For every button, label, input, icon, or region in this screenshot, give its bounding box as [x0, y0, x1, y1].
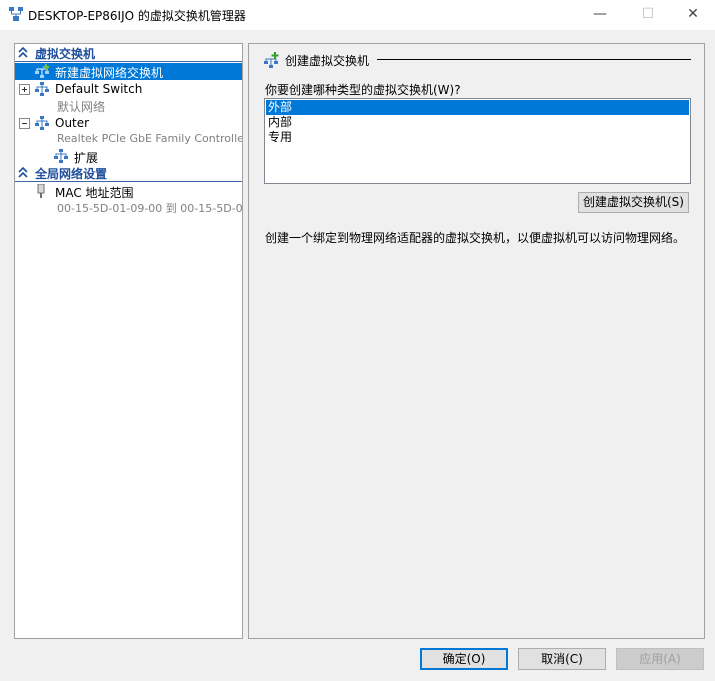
- collapse-icon[interactable]: [19, 118, 30, 129]
- minimize-button[interactable]: —: [577, 0, 623, 30]
- expand-icon[interactable]: [19, 84, 30, 95]
- tree-item-outer[interactable]: Outer: [15, 115, 242, 132]
- tree-item-label: Default Switch: [55, 82, 143, 96]
- title-bar: DESKTOP-EP86IJO 的虚拟交换机管理器 — ☐ ✕: [0, 0, 715, 30]
- tree-item-label: 新建虚拟网络交换机: [55, 66, 164, 80]
- tree-item-mac-range[interactable]: MAC 地址范围: [15, 183, 242, 200]
- tree-item-label: MAC 地址范围: [55, 186, 134, 200]
- tree-item-default-switch[interactable]: Default Switch: [15, 81, 242, 98]
- section-header-global-network[interactable]: 全局网络设置: [15, 165, 242, 182]
- navigation-tree[interactable]: 虚拟交换机 新建虚拟网络交换机 Default Switch 默认网络 Oute…: [14, 43, 243, 639]
- tree-item-extensions[interactable]: 扩展: [15, 148, 242, 165]
- group-divider: [377, 59, 691, 60]
- tree-item-label: Outer: [55, 116, 90, 130]
- close-button[interactable]: ✕: [670, 0, 715, 30]
- window-title: DESKTOP-EP86IJO 的虚拟交换机管理器: [28, 9, 246, 23]
- network-adapter-icon: [35, 183, 51, 198]
- list-item-internal[interactable]: 内部: [266, 115, 689, 130]
- tree-item-sublabel: 默认网络: [57, 100, 106, 114]
- switch-type-prompt: 你要创建哪种类型的虚拟交换机(W)?: [265, 83, 461, 97]
- tree-item-label: 扩展: [74, 151, 99, 165]
- new-switch-icon: [263, 52, 279, 68]
- new-switch-icon: [34, 64, 50, 78]
- apply-button[interactable]: 应用(A): [616, 648, 704, 670]
- list-item-external[interactable]: 外部: [266, 100, 689, 115]
- switch-manager-icon: [8, 6, 24, 22]
- tree-item-new-switch[interactable]: 新建虚拟网络交换机: [15, 63, 242, 80]
- tree-item-sublabel: 00-15-5D-01-09-00 到 00-15-5D-0...: [57, 202, 243, 215]
- tree-item-sublabel: Realtek PCIe GbE Family Controller: [57, 132, 243, 145]
- switch-type-description: 创建一个绑定到物理网络适配器的虚拟交换机，以便虚拟机可以访问物理网络。: [265, 231, 686, 245]
- collapse-chevrons-icon[interactable]: [17, 46, 29, 60]
- cancel-button[interactable]: 取消(C): [518, 648, 606, 670]
- switch-type-listbox[interactable]: 外部 内部 专用: [264, 98, 691, 184]
- section-label: 虚拟交换机: [35, 47, 96, 61]
- network-switch-icon: [34, 116, 50, 130]
- section-header-virtual-switches[interactable]: 虚拟交换机: [15, 45, 242, 62]
- network-switch-icon: [34, 82, 50, 96]
- list-item-private[interactable]: 专用: [266, 130, 689, 145]
- details-pane: 创建虚拟交换机 你要创建哪种类型的虚拟交换机(W)? 外部 内部 专用 创建虚拟…: [248, 43, 705, 639]
- group-title: 创建虚拟交换机: [285, 54, 370, 68]
- maximize-button[interactable]: ☐: [625, 0, 671, 30]
- collapse-chevrons-icon[interactable]: [17, 166, 29, 180]
- ok-button[interactable]: 确定(O): [420, 648, 508, 670]
- section-label: 全局网络设置: [35, 167, 108, 181]
- network-switch-icon: [53, 149, 69, 163]
- create-switch-button[interactable]: 创建虚拟交换机(S): [578, 192, 689, 213]
